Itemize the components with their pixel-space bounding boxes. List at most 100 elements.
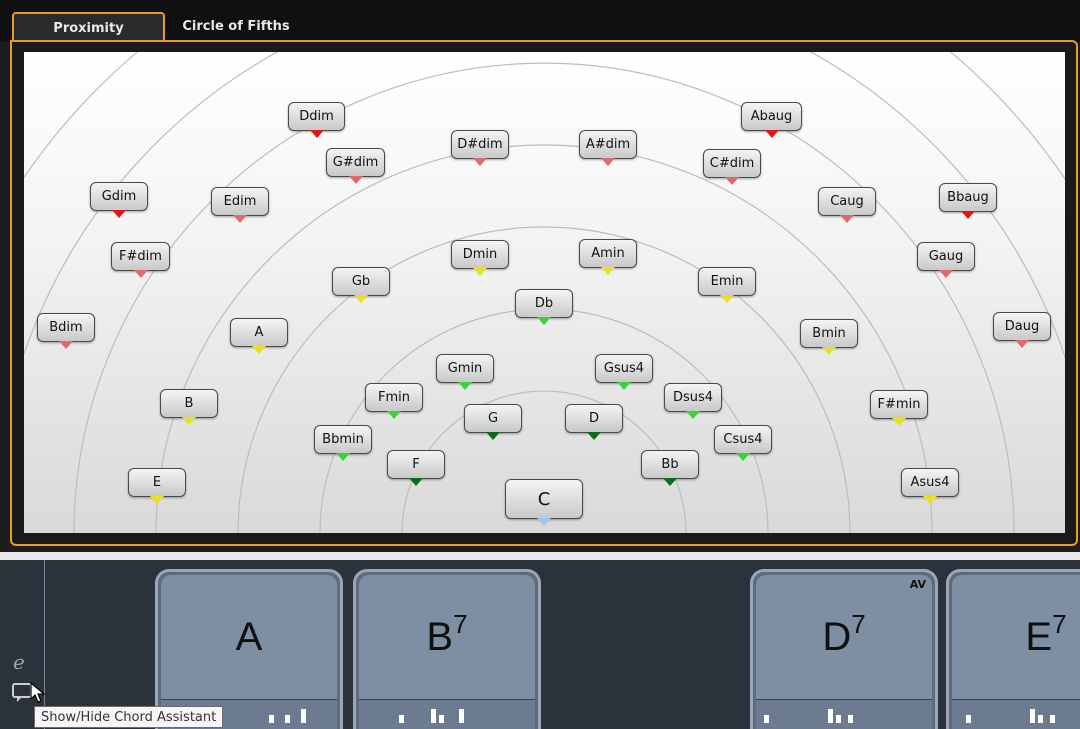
chord-button-edim[interactable]: Edim	[211, 187, 269, 223]
chord-arrow	[59, 341, 73, 349]
chord-event-name: B7	[426, 609, 468, 659]
chord-button-b[interactable]: B	[160, 389, 218, 425]
chord-event-name: D7	[822, 609, 866, 659]
chord-button-gmin[interactable]: Gmin	[436, 354, 494, 390]
chord-label: Gsus4	[603, 361, 645, 376]
chord-label: Bb	[661, 457, 679, 472]
chord-label: F	[412, 457, 420, 472]
chord-button-bmin[interactable]: Bmin	[800, 319, 858, 355]
chord-button-db[interactable]: Db	[515, 289, 573, 325]
chord-button-abaug[interactable]: Abaug	[741, 102, 802, 138]
chord-button-csus4[interactable]: Csus4	[714, 425, 772, 461]
chord-button-dsharpdim[interactable]: D#dim	[451, 130, 509, 166]
chord-label: Abaug	[750, 109, 793, 124]
chord-label: Bmin	[812, 326, 846, 341]
chord-label: D#dim	[457, 137, 503, 152]
chord-label: Asus4	[910, 475, 950, 490]
chord-event-b7[interactable]: B7	[353, 569, 541, 729]
chord-arrow	[182, 417, 196, 425]
tab-circle-of-fifths[interactable]: Circle of Fifths	[172, 12, 300, 42]
chord-button-emin[interactable]: Emin	[698, 267, 756, 303]
chord-button-dsus4[interactable]: Dsus4	[664, 383, 722, 419]
chord-label: Gb	[351, 274, 371, 289]
tooltip: Show/Hide Chord Assistant	[34, 706, 224, 728]
chord-button-asus4[interactable]: Asus4	[901, 468, 959, 504]
chord-button-gb[interactable]: Gb	[332, 267, 390, 303]
chord-arrow	[252, 346, 266, 354]
chord-button-fsharpmin[interactable]: F#min	[870, 390, 928, 426]
chord-arrow	[923, 496, 937, 504]
chord-label: C#dim	[709, 156, 755, 171]
chord-arrow	[112, 210, 126, 218]
chord-button-g[interactable]: G	[464, 404, 522, 440]
mouse-cursor-icon	[30, 681, 46, 708]
chord-label: Caug	[830, 194, 864, 209]
chord-button-gsharpdim[interactable]: G#dim	[326, 148, 385, 184]
chord-button-asharpdim[interactable]: A#dim	[579, 130, 637, 166]
chord-button-daug[interactable]: Daug	[993, 312, 1051, 348]
chord-label: Bbaug	[947, 190, 989, 205]
chord-arrow	[601, 158, 615, 166]
chord-label: Emin	[710, 274, 744, 289]
tab-proximity[interactable]: Proximity	[12, 12, 165, 42]
chord-button-csharpdim[interactable]: C#dim	[703, 149, 761, 185]
chord-button-f[interactable]: F	[387, 450, 445, 486]
chord-arrow	[354, 295, 368, 303]
chord-button-gaug[interactable]: Gaug	[917, 242, 975, 278]
chord-button-gdim[interactable]: Gdim	[90, 182, 148, 218]
chord-label: A	[254, 325, 264, 340]
chord-arrow	[617, 382, 631, 390]
chord-voicing-keys	[359, 700, 535, 729]
chord-arrow	[892, 418, 906, 426]
chord-voicing-keys	[756, 700, 932, 729]
chord-button-dmin[interactable]: Dmin	[451, 240, 509, 276]
chord-event-a[interactable]: A	[155, 569, 343, 729]
center-chord-button[interactable]: C	[505, 479, 583, 526]
chord-arrow	[840, 215, 854, 223]
chord-label: Gmin	[447, 361, 483, 376]
chord-button-amin[interactable]: Amin	[579, 239, 637, 275]
edit-icon[interactable]: e	[13, 650, 25, 674]
chord-event-body: B7	[359, 575, 535, 729]
chord-button-fsharpdim[interactable]: F#dim	[111, 242, 170, 278]
chord-button-fmin[interactable]: Fmin	[365, 383, 423, 419]
chord-button-bbaug[interactable]: Bbaug	[939, 183, 997, 219]
chord-button-bbmin[interactable]: Bbmin	[314, 425, 372, 461]
chord-label: Dmin	[462, 247, 498, 262]
chord-arrow	[486, 432, 500, 440]
chord-label: F#min	[877, 397, 921, 412]
chord-button-bdim[interactable]: Bdim	[37, 313, 95, 349]
chord-button-gsus4[interactable]: Gsus4	[595, 354, 653, 390]
chord-label: C	[537, 488, 551, 510]
chord-arrow	[601, 267, 615, 275]
chord-arrow	[473, 268, 487, 276]
chord-event-name: E7	[1025, 609, 1067, 659]
chord-event-d7[interactable]: AV D7	[750, 569, 938, 729]
chord-arrow	[387, 411, 401, 419]
chord-arrow	[458, 382, 472, 390]
chord-button-caug[interactable]: Caug	[818, 187, 876, 223]
chord-label: B	[184, 396, 194, 411]
chord-label: E	[152, 475, 162, 490]
chord-arrow	[961, 211, 975, 219]
chord-button-e[interactable]: E	[128, 468, 186, 504]
chord-arrow	[537, 317, 551, 325]
chord-label: D	[588, 411, 599, 426]
chord-arrow	[409, 478, 423, 486]
tab-bar: Proximity Circle of Fifths	[0, 0, 1080, 42]
chord-label: Daug	[1004, 319, 1040, 334]
chord-label: Bdim	[49, 320, 83, 335]
chord-button-ddim[interactable]: Ddim	[288, 102, 345, 138]
chord-arrow	[1015, 340, 1029, 348]
chord-label: Gdim	[101, 189, 137, 204]
chord-event-name: A	[235, 615, 263, 659]
chord-button-a[interactable]: A	[230, 318, 288, 354]
chord-event-e7[interactable]: E7	[946, 569, 1080, 729]
chord-button-bb[interactable]: Bb	[641, 450, 699, 486]
chord-label: Ddim	[299, 109, 334, 124]
chord-event-body: E7	[952, 575, 1080, 729]
chord-label: Csus4	[723, 432, 763, 447]
panel-separator[interactable]	[0, 552, 1080, 560]
chord-button-d[interactable]: D	[565, 404, 623, 440]
chord-arrow	[473, 158, 487, 166]
